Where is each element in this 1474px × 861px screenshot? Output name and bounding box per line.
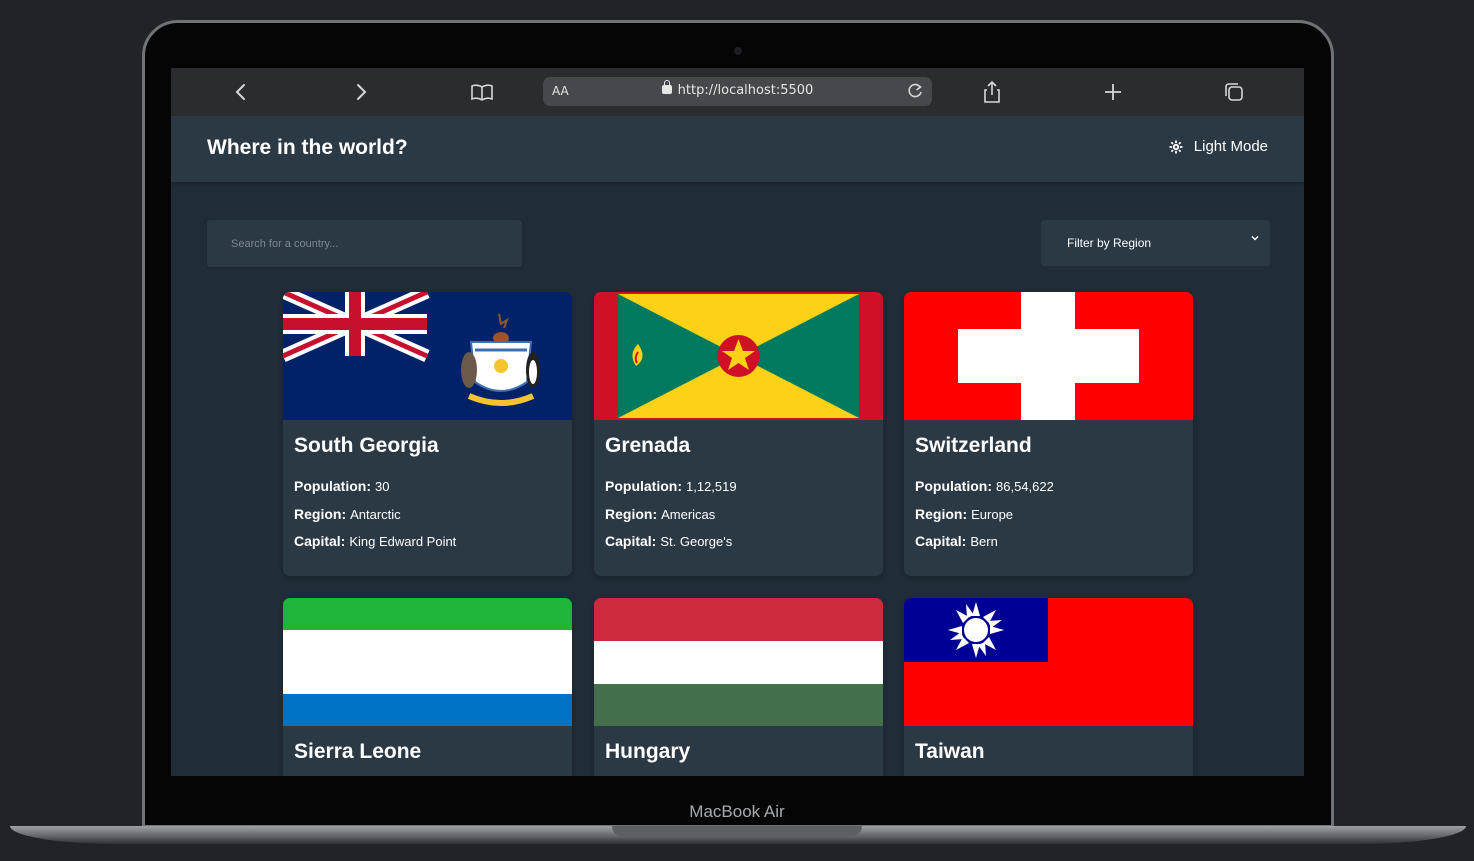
region-value: Antarctic (350, 507, 401, 522)
country-card[interactable]: South Georgia Population: 30 Region: Antar… (283, 292, 572, 576)
flag-image-sierra-leone (283, 598, 572, 726)
capital-label: Capital: (915, 533, 967, 549)
new-tab-icon[interactable] (1099, 78, 1127, 106)
population-value: 30 (375, 479, 390, 494)
lock-icon (661, 80, 672, 94)
flag-image-hungary (594, 598, 883, 726)
search-input[interactable] (207, 220, 522, 267)
forward-icon[interactable] (347, 78, 375, 106)
country-card[interactable]: Sierra Leone (283, 598, 572, 776)
capital-line: Capital: Bern (915, 533, 998, 549)
device-label: MacBook Air (689, 802, 785, 821)
region-line: Region: Antarctic (294, 506, 401, 522)
population-label: Population: (294, 478, 371, 494)
population-line: Population: 86,54,622 (915, 478, 1054, 494)
country-card[interactable]: Switzerland Population: 86,54,622 Region:… (904, 292, 1193, 576)
country-name: Grenada (605, 434, 691, 457)
region-value: Europe (971, 507, 1014, 522)
capital-label: Capital: (294, 533, 346, 549)
app-header: Where in the world? Light Mode (171, 116, 1304, 182)
population-value: 1,12,519 (686, 479, 737, 494)
url-text: http://localhost:5500 (677, 83, 814, 98)
region-line: Region: Europe (915, 506, 1013, 522)
region-filter-select[interactable]: Filter by Region (1041, 220, 1270, 266)
bookmarks-icon[interactable] (468, 78, 496, 106)
region-label: Region: (915, 506, 968, 522)
country-card[interactable]: Grenada Population: 1,12,519 Region: Ameri… (594, 292, 883, 576)
region-line: Region: Americas (605, 506, 715, 522)
sun-icon (1169, 140, 1183, 153)
search-box (207, 220, 522, 267)
population-label: Population: (605, 478, 682, 494)
theme-toggle-button[interactable]: Light Mode (1169, 138, 1268, 155)
screen: AA http://localhost:5500 Where in the wo… (171, 68, 1304, 776)
share-icon[interactable] (978, 78, 1006, 106)
capital-label: Capital: (605, 533, 657, 549)
camera-icon (734, 47, 742, 55)
page-title: Where in the world? (207, 136, 408, 159)
population-label: Population: (915, 478, 992, 494)
tabs-icon[interactable] (1220, 78, 1248, 106)
country-name: Hungary (605, 740, 691, 763)
filter-label: Filter by Region (1067, 236, 1152, 250)
region-label: Region: (605, 506, 658, 522)
browser-toolbar: AA http://localhost:5500 (171, 68, 1304, 116)
laptop-notch (612, 826, 862, 836)
back-icon[interactable] (227, 78, 255, 106)
flag-image-taiwan (904, 598, 1193, 726)
capital-line: Capital: St. George's (605, 533, 732, 549)
capital-value: Bern (970, 534, 998, 549)
region-value: Americas (661, 507, 716, 522)
country-name: Switzerland (915, 434, 1032, 457)
population-value: 86,54,622 (996, 479, 1054, 494)
capital-line: Capital: King Edward Point (294, 533, 456, 549)
reload-icon[interactable] (906, 80, 924, 107)
capital-value: St. George's (660, 534, 733, 549)
region-label: Region: (294, 506, 347, 522)
capital-value: King Edward Point (349, 534, 457, 549)
flag-image-south-georgia (283, 292, 572, 420)
country-card[interactable]: Hungary (594, 598, 883, 776)
country-card[interactable]: Taiwan (904, 598, 1193, 776)
theme-toggle-label: Light Mode (1193, 138, 1268, 155)
address-bar[interactable]: AA http://localhost:5500 (543, 77, 932, 106)
country-name: Sierra Leone (294, 740, 422, 763)
country-name: Taiwan (915, 740, 985, 763)
flag-image-grenada (594, 292, 883, 420)
country-name: South Georgia (294, 434, 439, 457)
population-line: Population: 30 (294, 478, 389, 494)
chevron-down-icon (1250, 233, 1260, 246)
flag-image-switzerland (904, 292, 1193, 420)
population-line: Population: 1,12,519 (605, 478, 737, 494)
